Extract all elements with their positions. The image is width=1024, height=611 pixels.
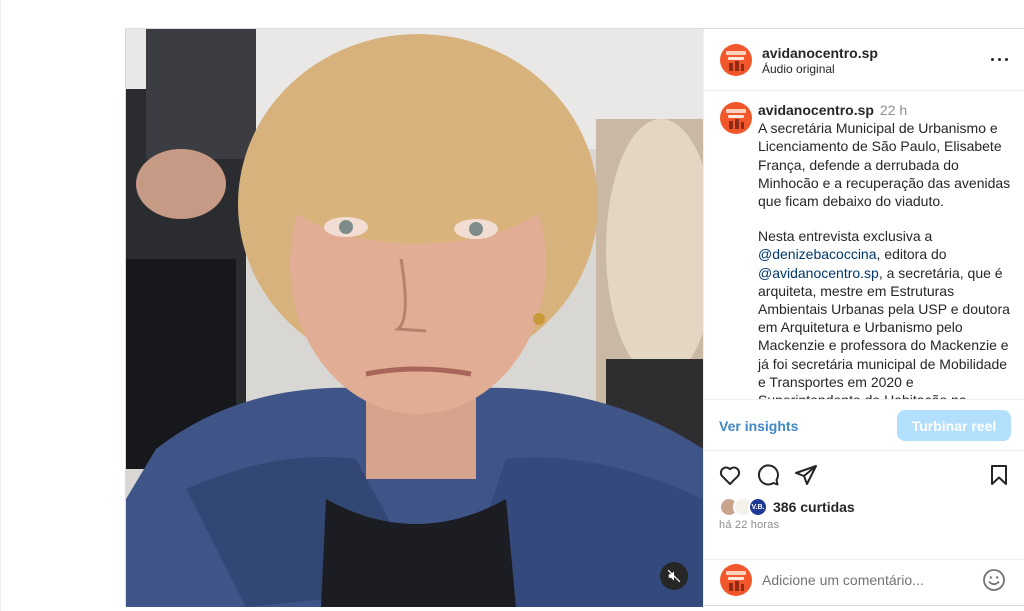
mention-link[interactable]: @denizebacoccina — [758, 246, 877, 262]
bookmark-icon — [991, 465, 1007, 485]
send-icon — [795, 465, 817, 485]
speaker-muted-icon — [667, 569, 681, 583]
caption-time: 22 h — [879, 102, 908, 118]
comment-input[interactable] — [762, 568, 962, 592]
caption-text: avidanocentro.sp 22 h A secretária Munici… — [758, 101, 1016, 399]
viewer-avatar — [720, 564, 752, 596]
post-actions — [704, 459, 1024, 493]
caption-paragraph-1: A secretária Municipal de Urbanismo e Li… — [758, 120, 1011, 210]
instagram-post-modal: avidanocentro.sp Áudio original avidanoc… — [125, 28, 1024, 607]
post-details-panel: avidanocentro.sp Áudio original avidanoc… — [703, 29, 1024, 607]
caption-username[interactable]: avidanocentro.sp — [758, 102, 874, 118]
author-username[interactable]: avidanocentro.sp — [762, 45, 878, 61]
mute-toggle-button[interactable] — [660, 562, 688, 590]
comment-bar — [704, 559, 1024, 607]
emoji-icon — [983, 569, 1005, 591]
emoji-button[interactable] — [982, 568, 1006, 592]
comment-button[interactable] — [755, 462, 781, 488]
post-timestamp[interactable]: há 22 horas — [719, 519, 779, 531]
insights-bar: Ver insights Turbinar reel — [704, 399, 1024, 451]
caption-p2-rest: , a secretária, que é arquiteta, mestre … — [758, 264, 1010, 399]
more-horizontal-icon — [991, 58, 994, 61]
view-insights-link[interactable]: Ver insights — [719, 418, 798, 434]
likes-row: V.B. 386 curtidas — [719, 497, 1019, 517]
caption-section: avidanocentro.sp 22 h A secretária Munici… — [704, 91, 1024, 399]
reel-video[interactable] — [126, 29, 703, 607]
comment-icon — [757, 464, 779, 486]
liker-avatar[interactable]: V.B. — [748, 497, 768, 517]
likes-count[interactable]: 386 curtidas — [773, 499, 855, 515]
video-frame-image — [126, 29, 703, 607]
caption-p2-mid: , editora do — [876, 246, 947, 263]
post-header: avidanocentro.sp Áudio original — [704, 29, 1024, 91]
heart-icon — [719, 466, 741, 485]
page-edge-divider — [0, 0, 1, 611]
like-button[interactable] — [717, 462, 743, 488]
audio-label[interactable]: Áudio original — [762, 62, 835, 76]
save-button[interactable] — [986, 462, 1012, 488]
mention-link[interactable]: @avidanocentro.sp — [758, 265, 879, 281]
share-button[interactable] — [793, 462, 819, 488]
more-options-button[interactable] — [989, 51, 1011, 67]
caption-p2-intro: Nesta entrevista exclusiva a — [758, 228, 933, 245]
boost-reel-button[interactable]: Turbinar reel — [897, 410, 1011, 441]
caption-avatar[interactable] — [720, 102, 752, 134]
avatar[interactable] — [720, 44, 752, 76]
